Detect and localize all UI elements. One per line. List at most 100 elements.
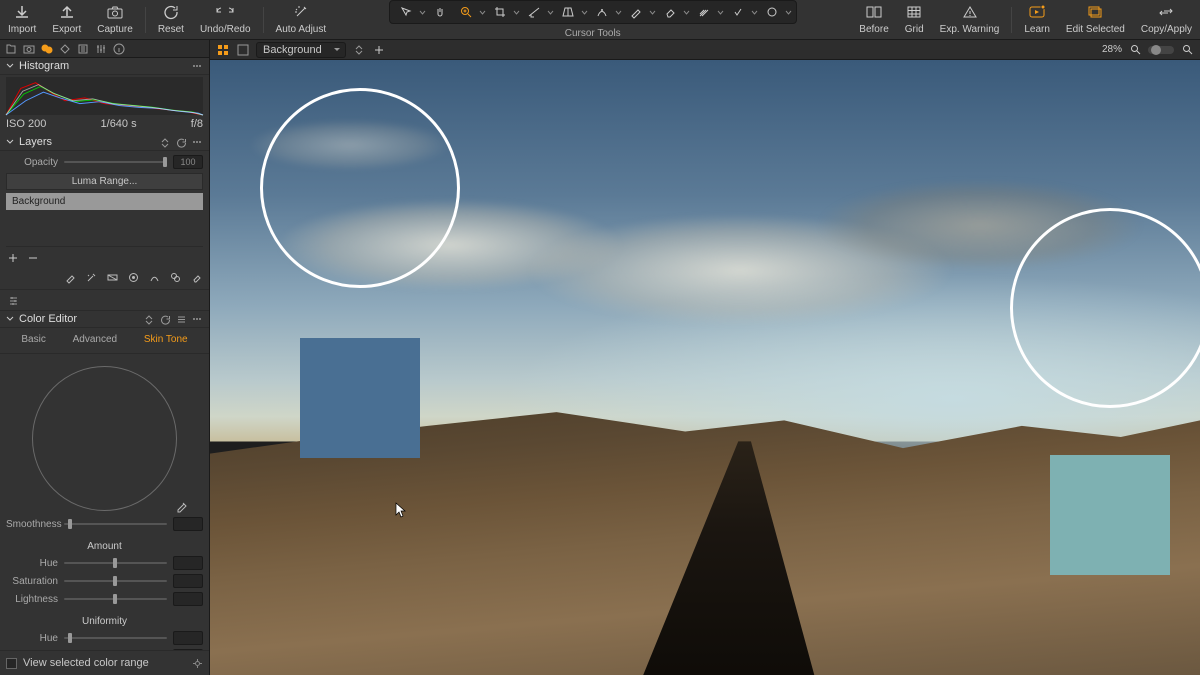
- view-grid-icon[interactable]: [216, 43, 230, 57]
- brush-mask-icon[interactable]: [63, 270, 77, 284]
- copy-apply-button[interactable]: Copy/Apply: [1133, 0, 1200, 39]
- panel-menu-icon[interactable]: [191, 60, 203, 72]
- zoom-tool[interactable]: [454, 2, 478, 22]
- opacity-value[interactable]: 100: [173, 155, 203, 169]
- library-tab-icon[interactable]: [4, 42, 18, 56]
- zoom-slider[interactable]: [1148, 46, 1174, 54]
- select-tool-caret[interactable]: [420, 2, 426, 22]
- tab-advanced[interactable]: Advanced: [69, 332, 121, 347]
- edit-selected-button[interactable]: Edit Selected: [1058, 0, 1133, 39]
- reset-icon[interactable]: [175, 136, 187, 148]
- amount-lightness-value[interactable]: [173, 592, 203, 606]
- add-view-icon[interactable]: [372, 43, 386, 57]
- layer-options-icon[interactable]: [352, 43, 366, 57]
- expand-icon[interactable]: [159, 136, 171, 148]
- brush-tool[interactable]: [624, 2, 648, 22]
- opacity-slider[interactable]: [64, 161, 167, 163]
- histogram-header[interactable]: Histogram: [0, 58, 209, 75]
- magic-brush-icon[interactable]: [84, 270, 98, 284]
- info-tab-icon[interactable]: [112, 42, 126, 56]
- amount-hue-slider[interactable]: [64, 562, 167, 564]
- list-icon[interactable]: [175, 313, 187, 325]
- add-layer-icon[interactable]: [6, 251, 20, 265]
- layer-background[interactable]: Background: [6, 193, 203, 210]
- auto-adjust-button[interactable]: Auto Adjust: [268, 0, 335, 39]
- exp-warning-button[interactable]: Exp. Warning: [932, 0, 1008, 39]
- keystone-tool-caret[interactable]: [582, 2, 588, 22]
- tab-basic[interactable]: Basic: [17, 332, 49, 347]
- brush-tool-caret[interactable]: [650, 2, 656, 22]
- gradient-tool-caret[interactable]: [718, 2, 724, 22]
- learn-button[interactable]: Learn: [1016, 0, 1058, 39]
- eraser-tool-caret[interactable]: [684, 2, 690, 22]
- color-editor-header[interactable]: Color Editor: [0, 311, 209, 328]
- layers-header[interactable]: Layers: [0, 134, 209, 151]
- histogram-graph[interactable]: [6, 77, 203, 115]
- keystone-tool[interactable]: [556, 2, 580, 22]
- target-icon[interactable]: [191, 657, 203, 669]
- panel-menu-icon[interactable]: [191, 136, 203, 148]
- sliders-tab-icon[interactable]: [94, 42, 108, 56]
- hue-label: Hue: [6, 558, 58, 569]
- panel-menu-icon[interactable]: [191, 313, 203, 325]
- layer-dropdown[interactable]: Background: [256, 42, 346, 58]
- amount-hue-value[interactable]: [173, 556, 203, 570]
- amount-saturation-value[interactable]: [173, 574, 203, 588]
- linear-mask-icon[interactable]: [105, 270, 119, 284]
- expand-icon[interactable]: [143, 313, 155, 325]
- select-tool[interactable]: [394, 2, 418, 22]
- uniformity-hue-slider[interactable]: [64, 637, 167, 639]
- straighten-tool-caret[interactable]: [548, 2, 554, 22]
- crop-tool-caret[interactable]: [514, 2, 520, 22]
- luma-range-button[interactable]: Luma Range...: [6, 173, 203, 190]
- spot-tool[interactable]: [590, 2, 614, 22]
- heal-mask-icon[interactable]: [147, 270, 161, 284]
- reset-button[interactable]: Reset: [150, 0, 192, 39]
- zoom-tool-caret[interactable]: [480, 2, 486, 22]
- capture-tab-icon[interactable]: [22, 42, 36, 56]
- image-canvas[interactable]: [210, 60, 1200, 675]
- annotation-tool[interactable]: [760, 2, 784, 22]
- exp-warning-label: Exp. Warning: [940, 24, 1000, 35]
- heal-tool-caret[interactable]: [752, 2, 758, 22]
- view-range-checkbox[interactable]: [6, 658, 17, 669]
- uniformity-hue-value[interactable]: [173, 631, 203, 645]
- spot-tool-caret[interactable]: [616, 2, 622, 22]
- straighten-tool[interactable]: [522, 2, 546, 22]
- tab-skin-tone[interactable]: Skin Tone: [140, 332, 192, 347]
- metadata-tab-icon[interactable]: [58, 42, 72, 56]
- export-button[interactable]: Export: [44, 0, 89, 39]
- capture-button[interactable]: Capture: [89, 0, 141, 39]
- grid-button[interactable]: Grid: [897, 0, 932, 39]
- smoothness-slider[interactable]: [64, 523, 167, 525]
- heal-tool[interactable]: [726, 2, 750, 22]
- auto-adjust-label: Auto Adjust: [276, 24, 327, 35]
- radial-mask-icon[interactable]: [126, 270, 140, 284]
- reset-icon[interactable]: [159, 313, 171, 325]
- amount-lightness-slider[interactable]: [64, 598, 167, 600]
- before-button[interactable]: Before: [851, 0, 896, 39]
- histogram-shutter: 1/640 s: [101, 118, 137, 130]
- hand-tool[interactable]: [428, 2, 452, 22]
- video-icon: [1029, 4, 1045, 20]
- search-icon[interactable]: [1180, 43, 1194, 57]
- adjust-tab-icon[interactable]: [40, 42, 54, 56]
- output-tab-icon[interactable]: [76, 42, 90, 56]
- erase-mask-icon[interactable]: [189, 270, 203, 284]
- gradient-tool[interactable]: [692, 2, 716, 22]
- undo-redo-button[interactable]: Undo/Redo: [192, 0, 259, 39]
- color-wheel[interactable]: [32, 366, 177, 511]
- zoom-loupe-icon[interactable]: [1128, 43, 1142, 57]
- import-button[interactable]: Import: [0, 0, 44, 39]
- cursor-icon: [395, 502, 407, 521]
- eraser-tool[interactable]: [658, 2, 682, 22]
- clone-mask-icon[interactable]: [168, 270, 182, 284]
- amount-saturation-slider[interactable]: [64, 580, 167, 582]
- adjust-quick-icon[interactable]: [6, 293, 20, 307]
- delete-layer-icon[interactable]: [26, 251, 40, 265]
- eyedropper-icon[interactable]: [175, 501, 189, 515]
- view-single-icon[interactable]: [236, 43, 250, 57]
- crop-tool[interactable]: [488, 2, 512, 22]
- smoothness-value[interactable]: [173, 517, 203, 531]
- annotation-tool-caret[interactable]: [786, 2, 792, 22]
